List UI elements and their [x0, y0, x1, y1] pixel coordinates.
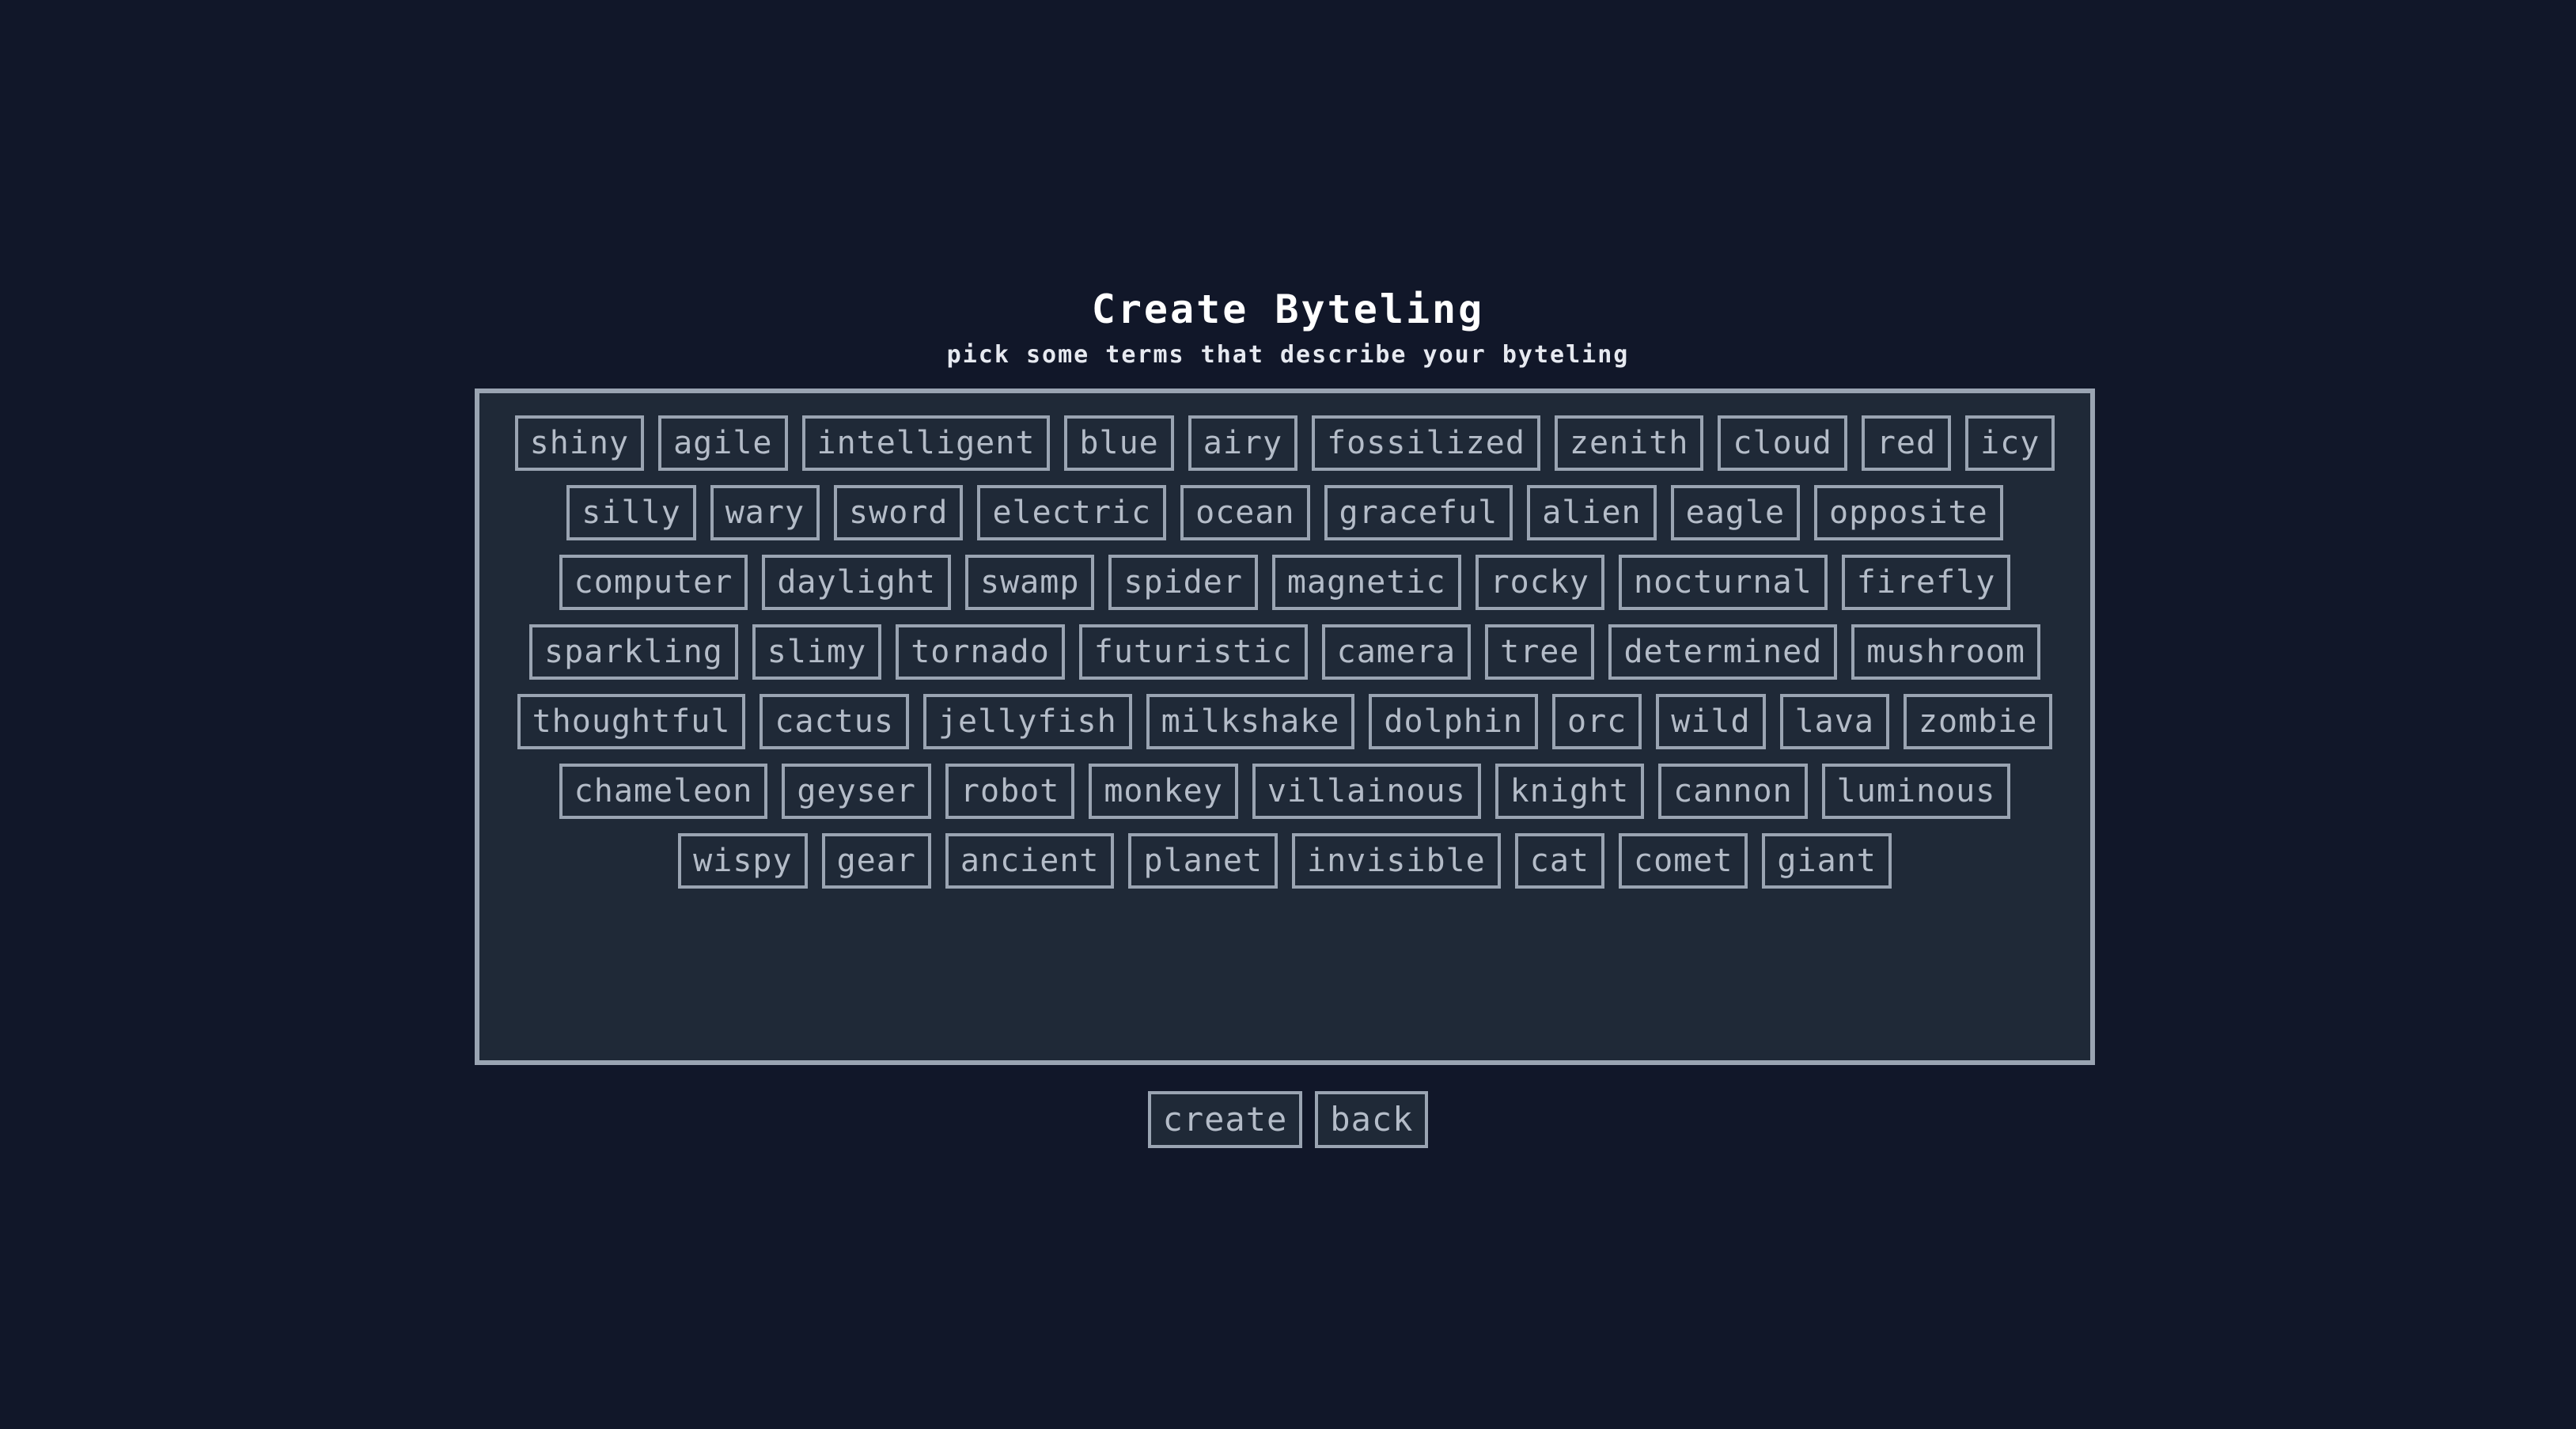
term-button-wild[interactable]: wild: [1656, 694, 1766, 749]
term-button-cannon[interactable]: cannon: [1658, 764, 1808, 819]
term-button-eagle[interactable]: eagle: [1670, 485, 1801, 540]
term-button-airy[interactable]: airy: [1188, 415, 1298, 471]
term-button-shiny[interactable]: shiny: [514, 415, 645, 471]
term-button-swamp[interactable]: swamp: [964, 555, 1095, 610]
term-button-wispy[interactable]: wispy: [678, 833, 808, 889]
term-button-blue[interactable]: blue: [1064, 415, 1174, 471]
term-button-red[interactable]: red: [1861, 415, 1952, 471]
term-button-planet[interactable]: planet: [1128, 833, 1278, 889]
term-button-computer[interactable]: computer: [559, 555, 748, 610]
term-button-magnetic[interactable]: magnetic: [1271, 555, 1461, 610]
back-button[interactable]: back: [1315, 1091, 1429, 1148]
term-button-robot[interactable]: robot: [945, 764, 1075, 819]
term-button-fossilized[interactable]: fossilized: [1312, 415, 1540, 471]
term-button-icy[interactable]: icy: [1965, 415, 2055, 471]
term-button-ancient[interactable]: ancient: [945, 833, 1115, 889]
term-button-electric[interactable]: electric: [977, 485, 1167, 540]
term-button-mushroom[interactable]: mushroom: [1851, 624, 2040, 680]
page-subtitle: pick some terms that describe your bytel…: [946, 341, 1630, 369]
term-button-villainous[interactable]: villainous: [1252, 764, 1481, 819]
term-button-jellyfish[interactable]: jellyfish: [922, 694, 1132, 749]
term-button-ocean[interactable]: ocean: [1180, 485, 1310, 540]
term-button-agile[interactable]: agile: [658, 415, 788, 471]
term-button-sparkling[interactable]: sparkling: [529, 624, 738, 680]
term-button-gear[interactable]: gear: [821, 833, 931, 889]
term-button-rocky[interactable]: rocky: [1475, 555, 1604, 610]
term-button-giant[interactable]: giant: [1762, 833, 1892, 889]
term-button-invisible[interactable]: invisible: [1291, 833, 1501, 889]
term-button-futuristic[interactable]: futuristic: [1078, 624, 1308, 680]
term-button-silly[interactable]: silly: [566, 485, 696, 540]
terms-panel: shiny agile intelligent blue airy fossilized z…: [475, 389, 2095, 1065]
term-button-zombie[interactable]: zombie: [1903, 694, 2053, 749]
term-button-slimy[interactable]: slimy: [752, 624, 882, 680]
term-button-orc[interactable]: orc: [1552, 694, 1642, 749]
term-button-dolphin[interactable]: dolphin: [1369, 694, 1538, 749]
create-button[interactable]: create: [1147, 1091, 1303, 1148]
term-button-determined[interactable]: determined: [1608, 624, 1838, 680]
term-button-cloud[interactable]: cloud: [1718, 415, 1847, 471]
term-button-zenith[interactable]: zenith: [1554, 415, 1704, 471]
term-button-geyser[interactable]: geyser: [782, 764, 931, 819]
term-button-cactus[interactable]: cactus: [760, 694, 909, 749]
term-button-tornado[interactable]: tornado: [896, 624, 1065, 680]
term-button-cat[interactable]: cat: [1514, 833, 1604, 889]
term-button-lava[interactable]: lava: [1779, 694, 1889, 749]
term-button-chameleon[interactable]: chameleon: [559, 764, 768, 819]
term-button-knight[interactable]: knight: [1494, 764, 1645, 819]
terms-list: shiny agile intelligent blue airy fossilized z…: [503, 415, 2066, 889]
term-button-wary[interactable]: wary: [710, 485, 820, 540]
page-title: Create Byteling: [1091, 286, 1485, 332]
page-header: Create Byteling pick some terms that des…: [0, 281, 2576, 371]
term-button-milkshake[interactable]: milkshake: [1146, 694, 1355, 749]
term-button-firefly[interactable]: firefly: [1841, 555, 2011, 610]
term-button-daylight[interactable]: daylight: [762, 555, 951, 610]
term-button-luminous[interactable]: luminous: [1821, 764, 2011, 819]
term-button-tree[interactable]: tree: [1485, 624, 1595, 680]
term-button-sword[interactable]: sword: [834, 485, 964, 540]
term-button-alien[interactable]: alien: [1527, 485, 1657, 540]
term-button-monkey[interactable]: monkey: [1089, 764, 1238, 819]
term-button-nocturnal[interactable]: nocturnal: [1618, 555, 1828, 610]
term-button-opposite[interactable]: opposite: [1814, 485, 2003, 540]
action-bar: create back: [0, 1091, 2576, 1148]
term-button-graceful[interactable]: graceful: [1324, 485, 1513, 540]
term-button-intelligent[interactable]: intelligent: [801, 415, 1051, 471]
term-button-thoughtful[interactable]: thoughtful: [517, 694, 746, 749]
term-button-spider[interactable]: spider: [1108, 555, 1258, 610]
term-button-camera[interactable]: camera: [1321, 624, 1472, 680]
term-button-comet[interactable]: comet: [1618, 833, 1748, 889]
